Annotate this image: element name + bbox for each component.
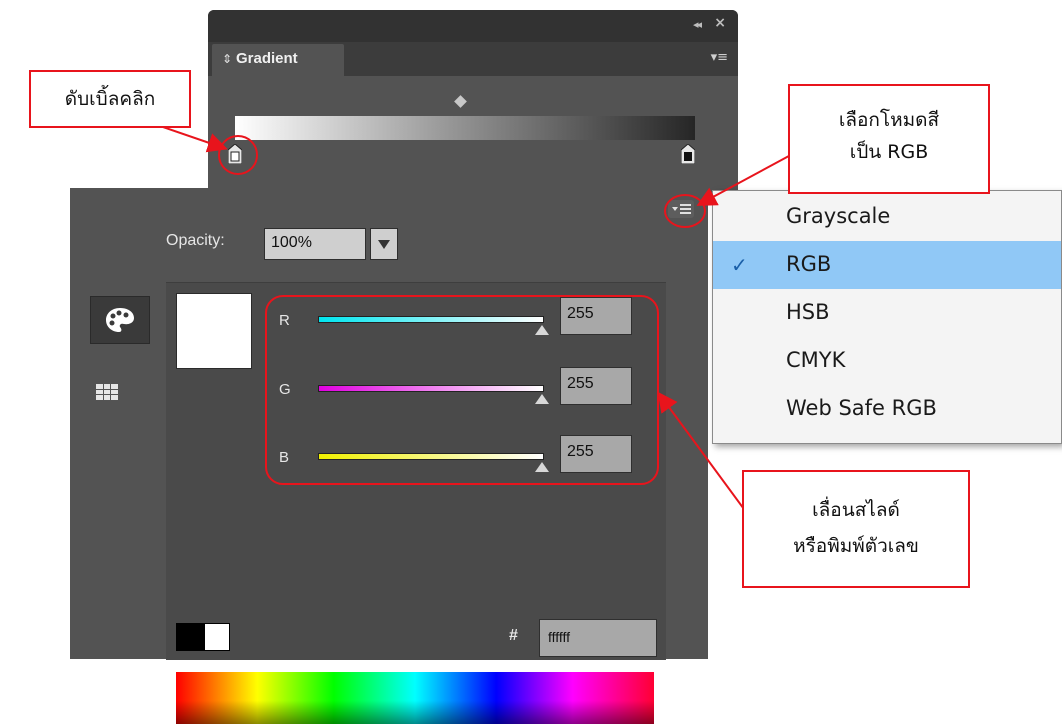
menu-item-cmyk[interactable]: CMYK [713,337,1061,385]
callout-choose-mode-line2: เป็น RGB [849,141,929,163]
panel-menu-icon[interactable]: ▾≡ [711,50,728,65]
color-preview-swatch [176,293,252,369]
color-mode-menu: Grayscale ✓ RGB HSB CMYK Web Safe RGB [712,190,1062,444]
gradient-stop-black[interactable] [681,144,695,164]
opacity-label: Opacity: [166,232,225,249]
callout-choose-mode-line1: เลือกโหมดสี [838,109,940,131]
chevron-down-icon [378,240,390,249]
menu-item-label: Web Safe RGB [786,396,937,420]
white-swatch[interactable] [204,623,230,651]
swatches-grid-icon[interactable] [96,384,118,400]
black-swatch[interactable] [176,623,204,651]
opacity-value: 100% [271,234,312,251]
gradient-midpoint-diamond[interactable] [454,95,467,108]
gradient-panel: ◂◂ × ▾≡ ⇕ Gradient [208,10,738,195]
gradient-slider-bar[interactable] [235,116,695,140]
tab-gradient[interactable]: ⇕ Gradient [212,44,344,76]
callout-slider-line2: หรือพิมพ์ตัวเลข [793,535,919,557]
menu-item-label: Grayscale [786,204,891,228]
menu-item-hsb[interactable]: HSB [713,289,1061,337]
callout-double-click-text: ดับเบิ้ลคลิก [64,88,156,110]
hex-value: ffffff [548,629,571,645]
menu-item-web-safe-rgb[interactable]: Web Safe RGB [713,385,1061,433]
callout-slider-instructions: เลื่อนสไลด์ หรือพิมพ์ตัวเลข [742,470,970,588]
opacity-dropdown-button[interactable] [370,228,398,260]
highlight-ring-gradient-stop [218,135,258,175]
tab-gradient-label: Gradient [236,50,298,67]
menu-item-label: RGB [786,252,832,276]
tab-toggle-arrows-icon: ⇕ [222,52,233,66]
highlight-ring-sliders [265,295,659,485]
menu-item-rgb[interactable]: ✓ RGB [713,241,1061,289]
color-spectrum-bar[interactable] [176,672,654,724]
close-icon[interactable]: × [714,15,726,31]
color-view-button[interactable] [90,296,150,344]
callout-choose-mode: เลือกโหมดสี เป็น RGB [788,84,990,194]
palette-icon [106,308,134,332]
highlight-ring-menu-button [664,194,706,228]
checkmark-icon: ✓ [731,253,748,277]
collapse-icon[interactable]: ◂◂ [693,18,702,31]
gradient-panel-titlebar: ◂◂ × [208,10,738,42]
menu-item-label: CMYK [786,348,846,372]
hex-input[interactable]: ffffff [539,619,657,657]
menu-item-label: HSB [786,300,830,324]
opacity-input[interactable]: 100% [264,228,366,260]
menu-item-grayscale[interactable]: Grayscale [713,193,1061,241]
callout-double-click: ดับเบิ้ลคลิก [29,70,191,128]
hex-label: # [509,627,518,644]
callout-slider-line1: เลื่อนสไลด์ [812,499,900,521]
